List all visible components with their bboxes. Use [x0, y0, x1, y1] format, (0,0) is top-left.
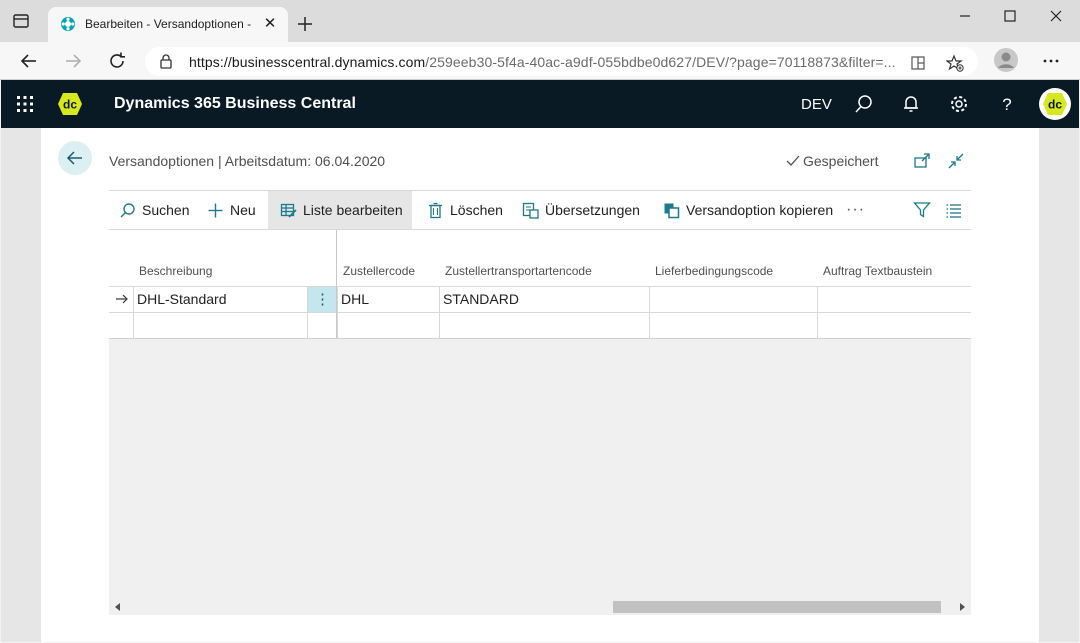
browser-titlebar: Bearbeiten - Versandoptionen - D ✕ — [0, 0, 1080, 42]
cell-textbaustein[interactable] — [817, 313, 971, 338]
column-header-lieferbedingung[interactable]: Lieferbedingungscode — [655, 264, 773, 278]
app-navbar: dc Dynamics 365 Business Central DEV ? d… — [1, 80, 1079, 128]
row-actions-cell[interactable] — [307, 313, 337, 338]
current-row-arrow-icon — [116, 294, 128, 304]
user-avatar-logo-icon: dc — [1043, 93, 1067, 115]
user-avatar[interactable]: dc — [1039, 88, 1071, 120]
edit-list-icon — [280, 203, 297, 218]
avatar-text: dc — [1048, 98, 1062, 112]
new-tab-icon[interactable] — [295, 14, 315, 34]
cell-transportart[interactable] — [439, 313, 649, 338]
delete-action[interactable]: Löschen — [427, 191, 503, 229]
table-row[interactable] — [109, 312, 971, 338]
new-action-label: Neu — [230, 202, 256, 218]
scroll-right-arrow-icon[interactable] — [958, 603, 966, 611]
new-action[interactable]: Neu — [207, 191, 256, 229]
frozen-column-divider — [336, 230, 337, 338]
grid-bottom-border — [109, 338, 971, 339]
copy-shipping-option-action[interactable]: Versandoption kopieren — [663, 191, 833, 229]
cell-transportart[interactable]: STANDARD — [439, 287, 649, 312]
app-launcher-icon[interactable] — [16, 95, 34, 113]
cell-zustellercode[interactable]: DHL — [337, 287, 439, 312]
page-panel: Versandoptionen | Arbeitsdatum: 06.04.20… — [41, 128, 1039, 642]
scrollbar-thumb[interactable] — [613, 601, 941, 613]
copy-icon — [664, 203, 680, 218]
more-options-icon[interactable] — [1040, 50, 1062, 72]
plus-icon — [208, 203, 223, 217]
cell-lieferbedingung[interactable] — [649, 313, 817, 338]
svg-text:?: ? — [1002, 95, 1011, 114]
close-window-icon[interactable] — [1041, 6, 1071, 26]
tab-title: Bearbeiten - Versandoptionen - D — [85, 17, 255, 31]
lock-icon[interactable] — [159, 54, 173, 69]
search-action-label: Suchen — [142, 202, 190, 218]
logo-text: dc — [63, 98, 77, 112]
edit-list-action-label: Liste bearbeiten — [303, 202, 403, 218]
copy-shipping-option-label: Versandoption kopieren — [686, 202, 834, 218]
collapse-icon[interactable] — [947, 152, 965, 170]
cell-beschreibung[interactable]: DHL-Standard — [133, 287, 307, 312]
search-icon — [120, 202, 135, 217]
app-title: Dynamics 365 Business Central — [114, 95, 356, 112]
search-action[interactable]: Suchen — [119, 191, 189, 229]
scroll-left-arrow-icon[interactable] — [114, 603, 122, 611]
url-field[interactable]: https://businesscentral.dynamics.com/259… — [145, 47, 978, 76]
translate-icon — [522, 202, 539, 219]
cell-lieferbedingung[interactable] — [649, 287, 817, 312]
tab-actions-icon[interactable] — [10, 10, 32, 32]
refresh-icon[interactable] — [106, 50, 128, 72]
browser-tab[interactable]: Bearbeiten - Versandoptionen - D ✕ — [48, 7, 288, 42]
back-arrow-icon[interactable] — [18, 50, 40, 72]
column-header-zustellercode[interactable]: Zustellercode — [343, 264, 415, 278]
company-logo[interactable]: dc — [57, 91, 83, 117]
edit-list-action[interactable]: Liste bearbeiten — [268, 191, 412, 229]
trash-icon — [429, 202, 442, 218]
search-icon[interactable] — [854, 94, 874, 114]
saved-label: Gespeichert — [803, 153, 879, 169]
filter-icon[interactable] — [913, 201, 931, 219]
profile-avatar-icon[interactable] — [993, 47, 1019, 73]
url-host: https://businesscentral.dynamics.com — [189, 54, 426, 70]
settings-gear-icon[interactable] — [949, 94, 969, 114]
saved-status: Gespeichert — [786, 153, 878, 169]
url-text: https://businesscentral.dynamics.com/259… — [189, 54, 896, 70]
column-header-textbaustein[interactable]: Auftrag Textbaustein — [823, 264, 932, 278]
table-row[interactable]: DHL-Standard ⋮ DHL STANDARD — [109, 286, 971, 312]
action-bar: Suchen Neu Liste bearbeiten Löschen Über… — [109, 190, 971, 230]
row-actions-icon[interactable]: ⋮ — [307, 287, 337, 312]
browser-addressbar: https://businesscentral.dynamics.com/259… — [0, 42, 1080, 80]
maximize-icon[interactable] — [995, 6, 1025, 26]
checkmark-icon — [786, 155, 800, 166]
back-arrow-icon — [66, 151, 82, 165]
cell-beschreibung[interactable] — [133, 313, 307, 338]
help-icon[interactable]: ? — [997, 94, 1017, 114]
translations-action[interactable]: Übersetzungen — [522, 191, 640, 229]
notification-bell-icon[interactable] — [901, 94, 921, 114]
cell-textbaustein[interactable] — [817, 287, 971, 312]
delete-action-label: Löschen — [450, 202, 503, 218]
grid-header: Beschreibung Zustellercode Zustellertran… — [109, 230, 971, 286]
immersive-reader-icon[interactable] — [909, 54, 927, 72]
back-button[interactable] — [58, 141, 92, 175]
favorite-add-icon[interactable] — [946, 54, 964, 72]
column-header-transportart[interactable]: Zustellertransportartencode — [445, 264, 592, 278]
cell-zustellercode[interactable] — [337, 313, 439, 338]
list-view-icon[interactable] — [945, 201, 963, 219]
open-new-window-icon[interactable] — [913, 152, 931, 170]
minimize-icon[interactable] — [950, 6, 980, 26]
tab-close-icon[interactable]: ✕ — [262, 16, 278, 32]
forward-arrow-icon[interactable] — [62, 50, 84, 72]
url-path: /259eeb30-5f4a-40ac-a9df-055bdbe0d627/DE… — [425, 54, 896, 70]
data-grid: Beschreibung Zustellercode Zustellertran… — [109, 230, 971, 600]
translations-action-label: Übersetzungen — [545, 202, 640, 218]
horizontal-scrollbar[interactable] — [109, 599, 971, 615]
column-header-beschreibung[interactable]: Beschreibung — [139, 264, 212, 278]
more-actions-icon[interactable]: ··· — [846, 191, 865, 229]
business-central-favicon — [61, 17, 75, 31]
page-title: Versandoptionen | Arbeitsdatum: 06.04.20… — [109, 153, 386, 169]
environment-label[interactable]: DEV — [801, 96, 832, 113]
